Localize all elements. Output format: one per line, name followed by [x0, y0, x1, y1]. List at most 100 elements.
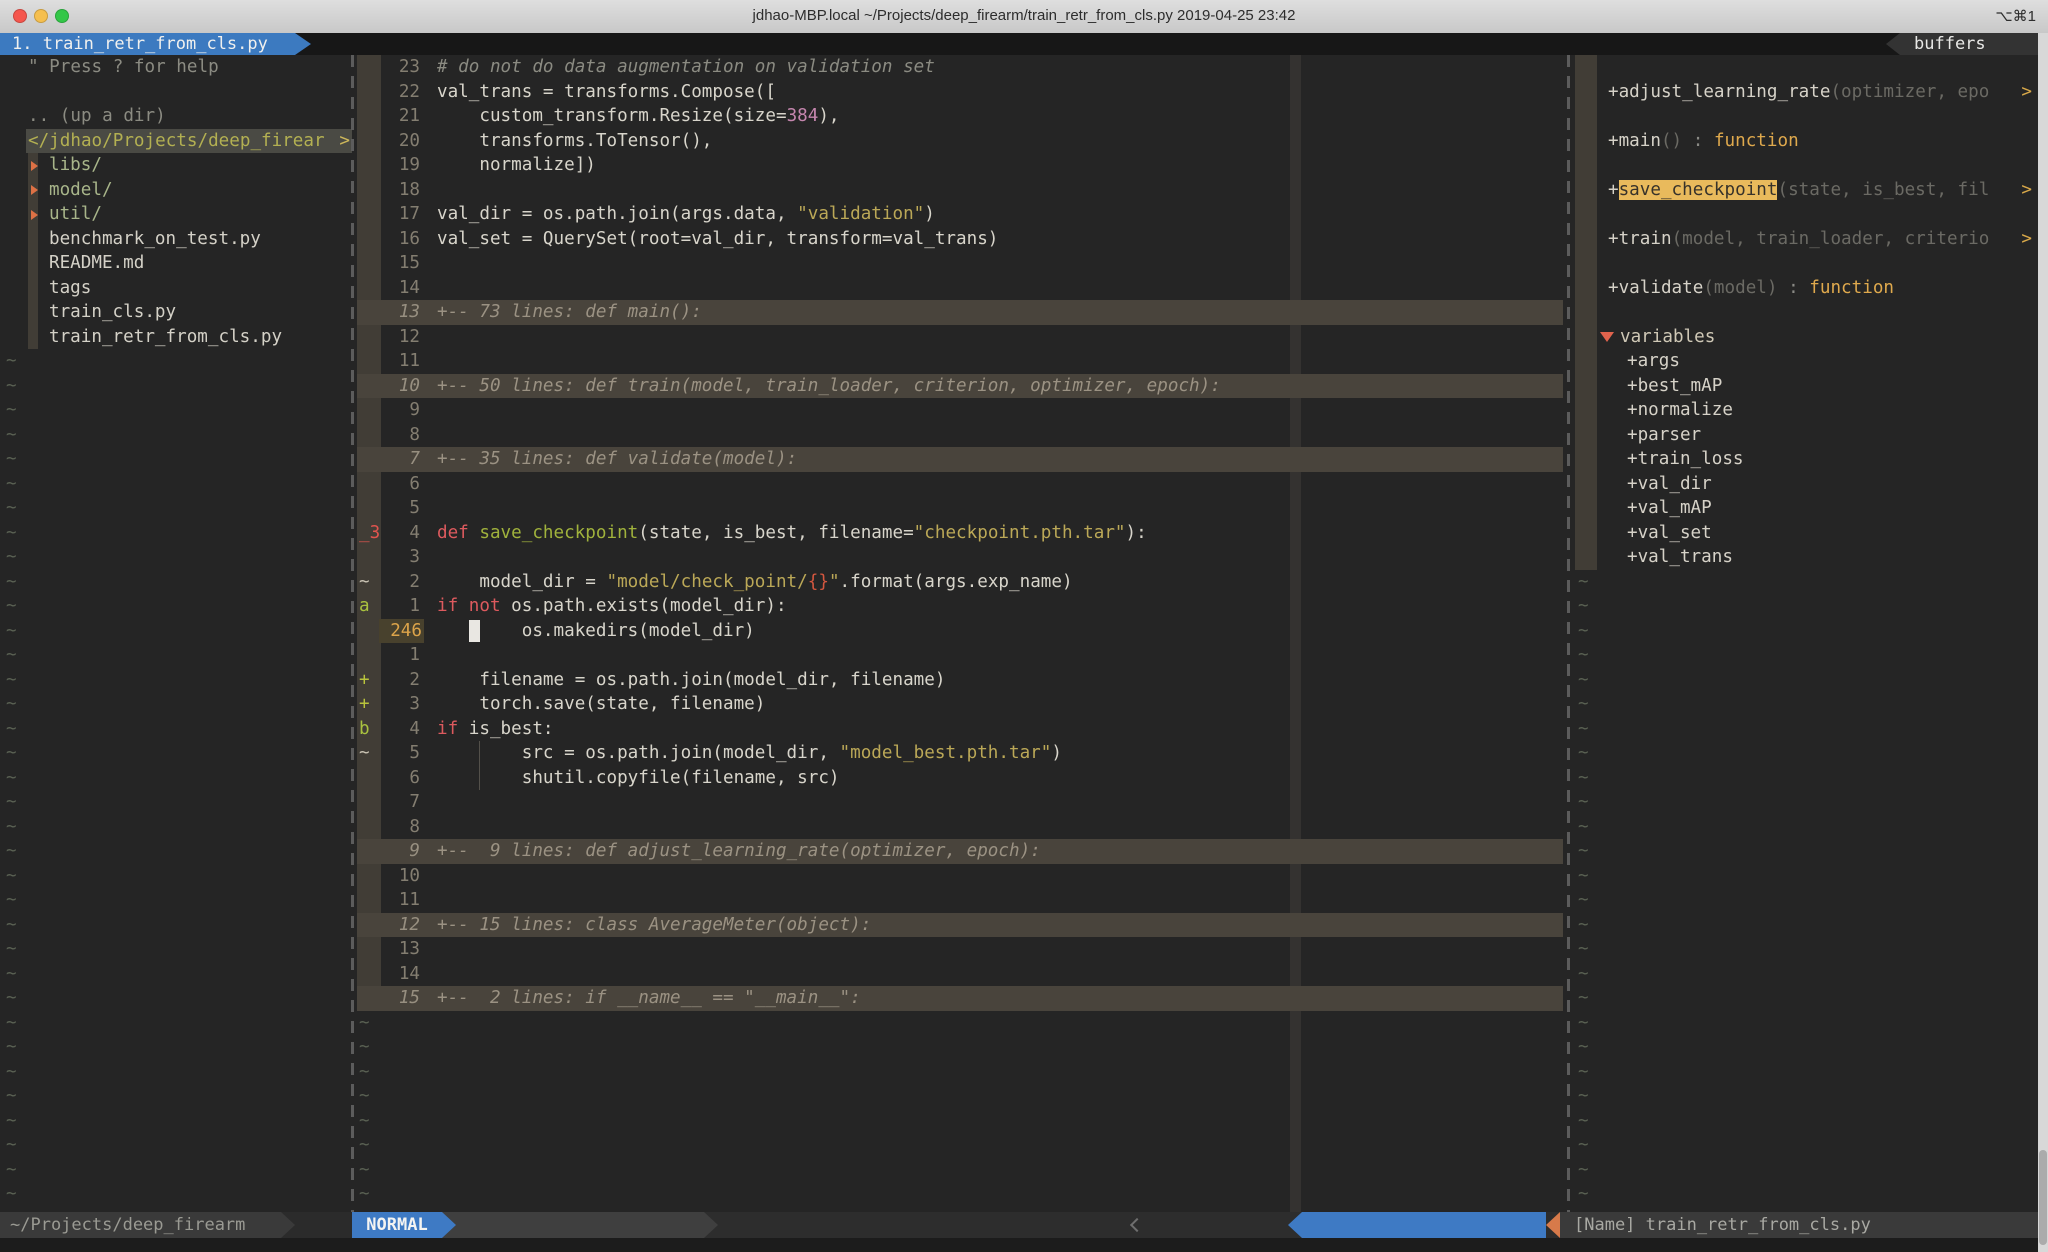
tag-variable-label: +val_set — [1627, 521, 1712, 546]
tilde-marker: ~ — [6, 839, 17, 864]
blank-line[interactable]: 1 — [357, 643, 1563, 668]
tree-file-item[interactable]: train_cls.py — [0, 300, 352, 325]
blank-line[interactable]: 3 — [357, 545, 1563, 570]
line-number: 7 — [357, 447, 420, 472]
tilde-marker: ~ — [359, 1133, 370, 1158]
tilde-marker: ~ — [6, 619, 17, 644]
tree-root-item[interactable]: </jdhao/Projects/deep_firear> — [0, 129, 352, 154]
tag-item[interactable]: +validate(model) : function — [1575, 276, 2038, 301]
tab-train-retr-from-cls[interactable]: 1. train_retr_from_cls.py — [0, 33, 295, 55]
code-line[interactable]: ~5 src = os.path.join(model_dir, "model_… — [357, 741, 1563, 766]
folded-line[interactable]: 15+-- 2 lines: if __name__ == "__main__"… — [357, 986, 1563, 1011]
truncation-marker: > — [339, 129, 350, 154]
tilde-line: ~ — [1575, 937, 2038, 962]
folded-line[interactable]: 9+-- 9 lines: def adjust_learning_rate(o… — [357, 839, 1563, 864]
blank-line[interactable]: 15 — [357, 251, 1563, 276]
tree-file-item[interactable]: README.md — [0, 251, 352, 276]
tilde-line: ~ — [0, 1182, 352, 1207]
scrollbar-track[interactable] — [2038, 33, 2048, 1252]
code-line[interactable]: 19 normalize]) — [357, 153, 1563, 178]
blank-line[interactable]: 8 — [357, 423, 1563, 448]
blank-line[interactable]: 13 — [357, 937, 1563, 962]
blank-line[interactable]: 18 — [357, 178, 1563, 203]
code-line[interactable]: +3 torch.save(state, filename) — [357, 692, 1563, 717]
tilde-line: ~ — [0, 864, 352, 889]
tilde-line: ~ — [1575, 1133, 2038, 1158]
tilde-marker: ~ — [1578, 1182, 1589, 1207]
tag-variable-item[interactable]: +normalize — [1575, 398, 2038, 423]
tag-variable-item[interactable]: +val_trans — [1575, 545, 2038, 570]
tilde-line: ~ — [1575, 594, 2038, 619]
line-number: 6 — [357, 766, 420, 791]
blank-line[interactable]: 11 — [357, 349, 1563, 374]
line-number: 19 — [357, 153, 420, 178]
window-separator[interactable] — [351, 55, 354, 1212]
tree-dir-item[interactable]: libs/ — [0, 153, 352, 178]
blank-line[interactable]: 6 — [357, 472, 1563, 497]
scrollbar-thumb[interactable] — [2039, 1150, 2047, 1245]
blank-line[interactable]: 10 — [357, 864, 1563, 889]
blank-line[interactable]: 9 — [357, 398, 1563, 423]
tilde-line: ~ — [0, 643, 352, 668]
code-line[interactable]: 17val_dir = os.path.join(args.data, "val… — [357, 202, 1563, 227]
code-line[interactable]: 6 shutil.copyfile(filename, src) — [357, 766, 1563, 791]
tag-variable-item[interactable]: +val_mAP — [1575, 496, 2038, 521]
code-line[interactable]: 16val_set = QuerySet(root=val_dir, trans… — [357, 227, 1563, 252]
code-line[interactable]: ~2 model_dir = "model/check_point/{}".fo… — [357, 570, 1563, 595]
tag-signature: () — [1661, 131, 1682, 151]
blank-line[interactable]: 12 — [357, 325, 1563, 350]
blank-line[interactable]: 11 — [357, 888, 1563, 913]
tag-variable-item[interactable]: +val_dir — [1575, 472, 2038, 497]
tag-item[interactable]: +train(model, train_loader, criterio> — [1575, 227, 2038, 252]
tilde-marker: ~ — [6, 1182, 17, 1207]
code-line[interactable]: 23# do not do data augmentation on valid… — [357, 55, 1563, 80]
blank-line[interactable]: 14 — [357, 276, 1563, 301]
tilde-marker: ~ — [6, 570, 17, 595]
powerline-arrow-icon — [1546, 1212, 1560, 1238]
blank-line[interactable]: 5 — [357, 496, 1563, 521]
tilde-line: ~ — [1575, 1158, 2038, 1183]
tree-file-item[interactable]: train_retr_from_cls.py — [0, 325, 352, 350]
tag-variable-item[interactable]: +val_set — [1575, 521, 2038, 546]
tag-item[interactable]: +main() : function — [1575, 129, 2038, 154]
tree-file-item[interactable]: benchmark_on_test.py — [0, 227, 352, 252]
blank-line[interactable]: 14 — [357, 962, 1563, 987]
code-line[interactable]: 246 os.makedirs(model_dir) — [357, 619, 1563, 644]
window-separator[interactable] — [1567, 55, 1570, 1212]
line-number: 5 — [357, 496, 420, 521]
tag-variable-item[interactable]: +args — [1575, 349, 2038, 374]
line-number: 2 — [357, 668, 420, 693]
tag-kind-header[interactable]: variables — [1575, 325, 2038, 350]
tag-item[interactable]: +adjust_learning_rate(optimizer, epo> — [1575, 80, 2038, 105]
folded-line[interactable]: 12+-- 15 lines: class AverageMeter(objec… — [357, 913, 1563, 938]
blank-line[interactable]: 8 — [357, 815, 1563, 840]
code-line[interactable]: a1if not os.path.exists(model_dir): — [357, 594, 1563, 619]
tilde-line: ~ — [0, 888, 352, 913]
tag-item[interactable]: +save_checkpoint(state, is_best, fil> — [1575, 178, 2038, 203]
tag-variable-item[interactable]: +best_mAP — [1575, 374, 2038, 399]
tab-shortcut-hint: ⌥⌘1 — [1995, 7, 2036, 25]
command-line[interactable] — [0, 1238, 2048, 1252]
tree-file-item[interactable]: tags — [0, 276, 352, 301]
tilde-marker: ~ — [6, 790, 17, 815]
tag-variable-item[interactable]: +train_loss — [1575, 447, 2038, 472]
code-line[interactable]: _34def save_checkpoint(state, is_best, f… — [357, 521, 1563, 546]
nerdtree-statusline: ~/Projects/deep_firearm — [0, 1212, 281, 1238]
tree-dir-item[interactable]: util/ — [0, 202, 352, 227]
tag-variable-item[interactable]: +parser — [1575, 423, 2038, 448]
code-line[interactable]: 20 transforms.ToTensor(), — [357, 129, 1563, 154]
blank-line[interactable]: 7 — [357, 790, 1563, 815]
tree-dir-item[interactable]: model/ — [0, 178, 352, 203]
folded-line[interactable]: 13+-- 73 lines: def main(): — [357, 300, 1563, 325]
code-line[interactable]: 22val_trans = transforms.Compose([ — [357, 80, 1563, 105]
fold-summary-text: +-- 2 lines: if __name__ == "__main__": — [437, 986, 861, 1011]
folded-line[interactable]: 7+-- 35 lines: def validate(model): — [357, 447, 1563, 472]
code-line[interactable]: 21 custom_transform.Resize(size=384), — [357, 104, 1563, 129]
code-line[interactable]: b4if is_best: — [357, 717, 1563, 742]
tilde-marker: ~ — [1578, 790, 1589, 815]
line-number: 17 — [357, 202, 420, 227]
tree-updir-item[interactable]: .. (up a dir) — [0, 104, 352, 129]
code-line[interactable]: +2 filename = os.path.join(model_dir, fi… — [357, 668, 1563, 693]
folded-line[interactable]: 10+-- 50 lines: def train(model, train_l… — [357, 374, 1563, 399]
tag-name: train — [1619, 229, 1672, 249]
